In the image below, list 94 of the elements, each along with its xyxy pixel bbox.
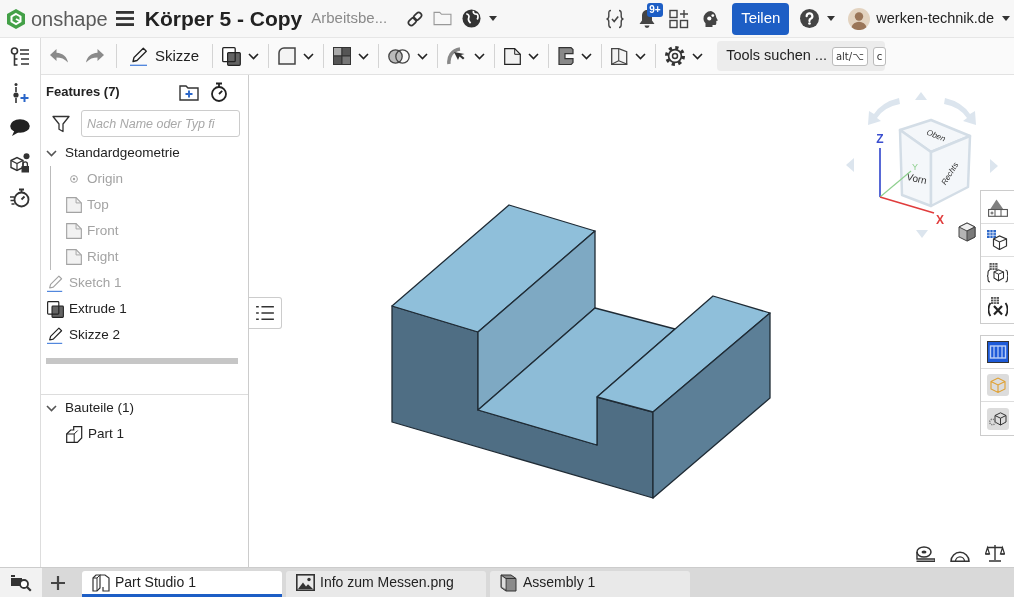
pencil-icon xyxy=(130,46,149,66)
document-title[interactable]: Körper 5 - Copy xyxy=(144,2,303,35)
view-cube[interactable] xyxy=(898,118,972,208)
panel-toggle-button[interactable] xyxy=(249,297,282,329)
overlapping-circles-icon[interactable] xyxy=(388,48,411,64)
box-icon xyxy=(500,573,518,592)
chevron-icon[interactable] xyxy=(358,52,370,60)
tree-list-icon[interactable] xyxy=(10,46,30,67)
document-tab[interactable]: Part Studio 1 xyxy=(82,571,282,597)
protractor-icon[interactable] xyxy=(950,550,970,562)
undo-icon[interactable] xyxy=(50,49,68,63)
globe-icon[interactable] xyxy=(462,9,482,28)
menu-icon[interactable] xyxy=(115,11,134,26)
document-tab[interactable]: Assembly 1 xyxy=(490,571,690,597)
comment-icon[interactable] xyxy=(10,119,30,136)
app-tile-icon[interactable] xyxy=(986,341,1009,363)
logo-text[interactable]: onshape xyxy=(31,3,108,34)
x-in-parentheses-icon[interactable] xyxy=(987,296,1008,317)
folded-page-icon xyxy=(66,223,82,239)
shaded-cube-icon[interactable] xyxy=(958,222,976,242)
shortcut-key: alt/⌥ xyxy=(831,46,868,66)
link-icon[interactable] xyxy=(407,10,424,27)
z-axis-line xyxy=(879,147,881,198)
feature-item[interactable]: Part 1 xyxy=(66,421,243,447)
tab-search-button[interactable] xyxy=(0,568,42,597)
redo-icon[interactable] xyxy=(86,49,104,63)
head-profile-icon[interactable] xyxy=(702,9,721,28)
filter-field[interactable]: Nach Name oder Typ fi xyxy=(81,110,240,137)
chevron-icon[interactable] xyxy=(46,149,57,157)
chevron-icon[interactable] xyxy=(46,404,57,412)
image-icon xyxy=(296,574,315,591)
l-block-icon xyxy=(66,425,83,443)
panel-title: Features (7) xyxy=(46,83,120,102)
folded-page-icon xyxy=(66,249,82,265)
add-icon[interactable] xyxy=(51,575,65,590)
folder-search-icon xyxy=(10,573,32,592)
folder-add-icon[interactable] xyxy=(179,83,199,101)
chevron-icon[interactable] xyxy=(417,52,429,60)
axis-label: Z xyxy=(876,132,884,146)
balance-scale-icon[interactable] xyxy=(985,544,1005,562)
cube-face-label: Oben xyxy=(925,127,947,144)
caret-icon[interactable] xyxy=(489,16,498,21)
folded-panels-icon xyxy=(92,573,110,592)
caret-icon[interactable] xyxy=(1002,16,1010,21)
apps-grid-icon[interactable] xyxy=(669,8,690,29)
help-icon[interactable] xyxy=(800,9,820,28)
braces-check-icon[interactable] xyxy=(605,8,626,29)
tree-group[interactable]: Standardgeometrie xyxy=(46,140,243,166)
chevron-icon[interactable] xyxy=(528,52,540,60)
tape-measure-icon[interactable] xyxy=(915,546,935,562)
axis-label: X xyxy=(936,213,944,227)
stopwatch-icon[interactable] xyxy=(210,82,228,102)
stacked-squares-icon xyxy=(47,300,64,318)
tree-group[interactable]: Bauteile (1) xyxy=(46,395,243,421)
four-squares-icon[interactable] xyxy=(333,47,352,65)
chevron-icon[interactable] xyxy=(635,52,647,60)
c-profile-icon[interactable] xyxy=(558,47,575,65)
pencil-icon xyxy=(47,274,64,292)
tool-search-field[interactable]: Tools suchen ... alt/⌥ c xyxy=(717,41,886,71)
dot-circle-icon xyxy=(70,175,78,183)
chevron-icon[interactable] xyxy=(303,52,315,60)
fast-stopwatch-icon[interactable] xyxy=(10,187,30,208)
stacked-squares-icon[interactable] xyxy=(222,46,242,66)
cube-lock-icon[interactable] xyxy=(10,152,30,173)
filter-icon[interactable] xyxy=(52,114,70,133)
user-menu[interactable]: werken-technik.de xyxy=(876,7,994,30)
caret-icon[interactable] xyxy=(827,16,836,21)
folded-page-icon[interactable] xyxy=(504,47,522,65)
feature-item[interactable]: Skizze 2 xyxy=(46,322,243,348)
notification-badge: 9+ xyxy=(647,2,663,17)
add-point-icon[interactable] xyxy=(11,82,29,103)
pencil-icon xyxy=(47,326,64,344)
appearance-swatch-icon[interactable] xyxy=(987,197,1008,217)
share-button[interactable]: Teilen xyxy=(732,2,790,35)
chevron-icon[interactable] xyxy=(248,52,260,60)
folded-page-icon xyxy=(66,197,82,213)
avatar-icon[interactable] xyxy=(848,7,871,30)
list-icon xyxy=(256,305,274,321)
braced-cube-icon[interactable] xyxy=(987,263,1008,283)
feature-item[interactable]: Extrude 1 xyxy=(46,296,243,322)
document-tab[interactable]: Info zum Messen.png xyxy=(286,571,486,597)
grid-cube-icon[interactable] xyxy=(987,230,1008,250)
chevron-icon[interactable] xyxy=(474,52,486,60)
shortcut-key: c xyxy=(872,46,887,66)
chevron-icon[interactable] xyxy=(692,52,704,60)
sketch-button[interactable]: Skizze xyxy=(126,41,204,71)
axis-label: Y xyxy=(912,162,918,172)
settings-icon[interactable] xyxy=(665,46,686,66)
open-box-icon[interactable] xyxy=(611,47,629,65)
logo-icon[interactable] xyxy=(6,7,26,30)
x-axis-line xyxy=(879,196,935,214)
folder-icon[interactable] xyxy=(433,11,453,26)
cube-face-label: Vorn xyxy=(905,171,928,187)
chevron-icon[interactable] xyxy=(581,52,593,60)
